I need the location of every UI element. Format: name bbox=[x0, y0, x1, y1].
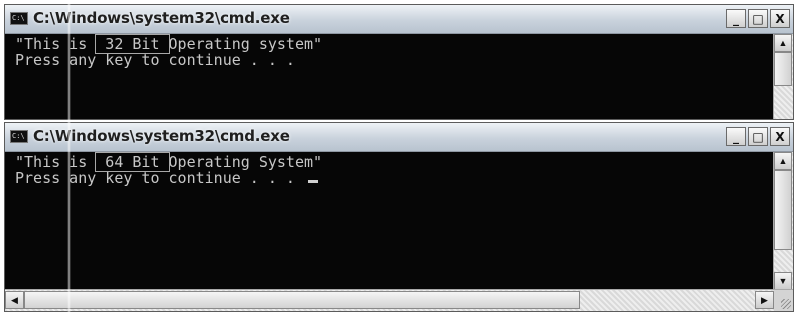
window-controls: _ □ X bbox=[726, 9, 790, 28]
console-output[interactable]: "This is 32 Bit Operating system" Press … bbox=[5, 34, 773, 119]
scroll-thumb[interactable] bbox=[774, 52, 792, 86]
scroll-left-icon[interactable]: ◀ bbox=[5, 291, 24, 309]
cmd-window-32bit[interactable]: C:\ C:\Windows\system32\cmd.exe _ □ X "T… bbox=[4, 4, 794, 120]
scroll-right-icon[interactable]: ▶ bbox=[755, 291, 774, 309]
console-line-2: Press any key to continue . . . bbox=[15, 170, 774, 186]
maximize-button[interactable]: □ bbox=[748, 9, 768, 28]
window-title: C:\Windows\system32\cmd.exe bbox=[33, 9, 290, 27]
scroll-up-icon[interactable]: ▲ bbox=[774, 152, 792, 170]
title-bar[interactable]: C:\ C:\Windows\system32\cmd.exe _ □ X bbox=[5, 123, 793, 152]
console-output[interactable]: "This is 64 Bit Operating System" Press … bbox=[5, 152, 774, 290]
close-button[interactable]: X bbox=[770, 9, 790, 28]
title-bar[interactable]: C:\ C:\Windows\system32\cmd.exe _ □ X bbox=[5, 5, 793, 34]
cmd-app-icon[interactable]: C:\ bbox=[10, 12, 28, 25]
resize-grip-icon[interactable] bbox=[774, 290, 793, 311]
text-cursor-icon bbox=[307, 180, 318, 183]
minimize-button[interactable]: _ bbox=[726, 9, 746, 28]
maximize-button[interactable]: □ bbox=[748, 127, 768, 146]
close-button[interactable]: X bbox=[770, 127, 790, 146]
cmd-window-64bit[interactable]: C:\ C:\Windows\system32\cmd.exe _ □ X "T… bbox=[4, 122, 794, 312]
scroll-up-icon[interactable]: ▲ bbox=[774, 34, 792, 52]
window-title: C:\Windows\system32\cmd.exe bbox=[33, 127, 290, 145]
console-line-1: "This is 64 Bit Operating System" bbox=[15, 152, 774, 172]
scroll-thumb[interactable] bbox=[774, 170, 792, 250]
window-body: "This is 64 Bit Operating System" Press … bbox=[5, 152, 793, 311]
console-line-2: Press any key to continue . . . bbox=[15, 51, 295, 69]
vertical-scrollbar[interactable]: ▲ ▼ bbox=[773, 152, 793, 290]
window-body: "This is 32 Bit Operating system" Press … bbox=[5, 34, 793, 119]
minimize-button[interactable]: _ bbox=[726, 127, 746, 146]
scroll-down-icon[interactable]: ▼ bbox=[774, 272, 792, 290]
vertical-scrollbar[interactable]: ▲ bbox=[773, 34, 793, 119]
console-text: Press any key to continue . . . bbox=[15, 169, 304, 187]
cmd-app-icon[interactable]: C:\ bbox=[10, 130, 28, 143]
console-line-1: "This is 32 Bit Operating system" bbox=[15, 34, 773, 54]
horizontal-scroll-thumb[interactable] bbox=[24, 291, 580, 309]
window-controls: _ □ X bbox=[726, 127, 790, 146]
horizontal-scrollbar[interactable]: ◀ ▶ bbox=[5, 289, 793, 311]
